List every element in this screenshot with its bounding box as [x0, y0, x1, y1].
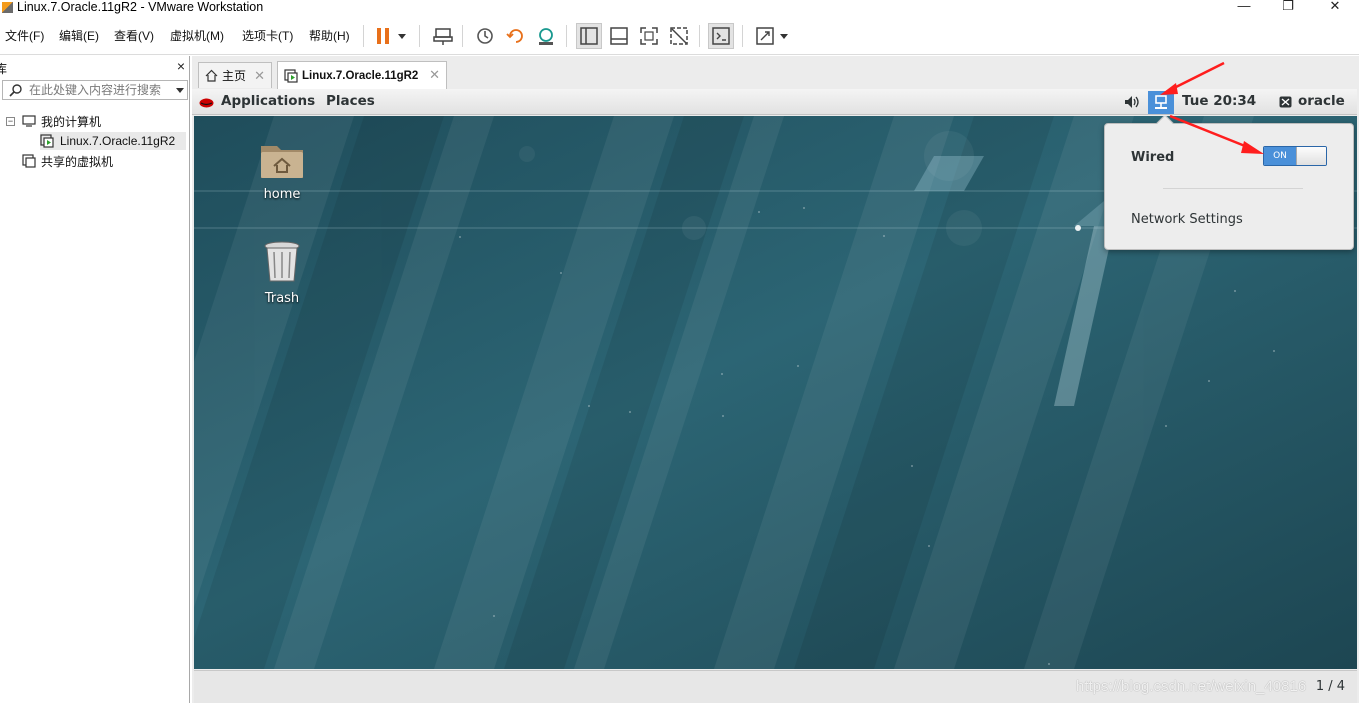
- vm-workspace: 主页 ✕ Linux.7.Oracle.11gR2 ✕ Applications…: [192, 56, 1359, 703]
- tree-label: Linux.7.Oracle.11gR2: [60, 134, 176, 148]
- stretch-guest-button[interactable]: [752, 23, 778, 49]
- tab-label: Linux.7.Oracle.11gR2: [302, 69, 419, 82]
- user-menu[interactable]: oracle: [1298, 93, 1345, 109]
- network-settings-item[interactable]: Network Settings: [1131, 212, 1243, 227]
- snapshot-manager-icon: [539, 28, 553, 45]
- fullscreen-button[interactable]: [636, 23, 662, 49]
- toggle-state-label: ON: [1264, 147, 1296, 165]
- tree-expander[interactable]: −: [6, 117, 15, 126]
- unity-icon: [670, 27, 688, 45]
- toggle-knob[interactable]: [1296, 147, 1326, 165]
- chevron-down-icon[interactable]: [176, 88, 184, 93]
- vm-icon: [284, 68, 298, 83]
- home-icon: [205, 69, 218, 82]
- tree-label: 我的计算机: [41, 114, 102, 129]
- console-view-icon: [712, 27, 730, 45]
- menu-vm[interactable]: 虚拟机(M): [170, 27, 224, 44]
- user-status-icon: [1279, 96, 1292, 108]
- tab-home[interactable]: 主页 ✕: [198, 62, 272, 88]
- console-view-button[interactable]: [708, 23, 734, 49]
- toolbar-separator: [699, 25, 700, 47]
- snapshot-button[interactable]: [472, 23, 498, 49]
- library-panel: 库 × − 我的计算机 Linux.7.Oracle.11gR2 共享的虚拟机: [0, 56, 190, 703]
- chevron-down-icon: [398, 33, 406, 39]
- toolbar-separator: [363, 25, 364, 47]
- send-ctrl-alt-del-button[interactable]: [430, 23, 456, 49]
- pause-button[interactable]: [370, 23, 396, 49]
- pause-icon: [377, 28, 389, 44]
- desktop-icon-trash[interactable]: Trash: [242, 240, 322, 306]
- fullscreen-icon: [640, 27, 658, 45]
- vmware-logo-icon: [2, 2, 13, 13]
- menu-help[interactable]: 帮助(H): [309, 27, 350, 44]
- chevron-down-icon: [780, 33, 788, 39]
- redhat-logo-icon: [199, 98, 214, 108]
- send-ctrl-alt-del-icon: [433, 28, 453, 45]
- volume-icon[interactable]: [1124, 95, 1140, 109]
- toolbar-separator: [462, 25, 463, 47]
- window-title-bar: Linux.7.Oracle.11gR2 - VMware Workstatio…: [0, 0, 1359, 16]
- places-menu[interactable]: Places: [326, 93, 375, 109]
- computer-icon: [22, 115, 36, 127]
- tree-item-vm[interactable]: Linux.7.Oracle.11gR2: [40, 132, 186, 150]
- search-icon: [9, 84, 22, 97]
- window-title: Linux.7.Oracle.11gR2 - VMware Workstatio…: [17, 0, 264, 14]
- desktop-icon-home[interactable]: home: [242, 138, 322, 202]
- library-title: 库: [0, 62, 8, 76]
- tab-strip: 主页 ✕ Linux.7.Oracle.11gR2 ✕: [192, 60, 1359, 89]
- toolbar-separator: [742, 25, 743, 47]
- thumbnail-bar-button[interactable]: [606, 23, 632, 49]
- watermark-text: https://blog.csdn.net/weixin_40816: [1076, 678, 1307, 695]
- revert-snapshot-button[interactable]: [503, 23, 529, 49]
- shared-vm-icon: [22, 154, 36, 168]
- menu-edit[interactable]: 编辑(E): [59, 27, 99, 44]
- home-folder-icon: [261, 146, 303, 178]
- menu-file[interactable]: 文件(F): [5, 27, 44, 44]
- stretch-dropdown[interactable]: [776, 23, 792, 49]
- network-popover: Wired ON Network Settings: [1104, 116, 1354, 250]
- library-close-button[interactable]: ×: [177, 58, 185, 74]
- menu-bar: 文件(F) 编辑(E) 查看(V) 虚拟机(M) 选项卡(T) 帮助(H): [0, 17, 1359, 55]
- unity-button[interactable]: [666, 23, 692, 49]
- maximize-button[interactable]: ❐: [1266, 0, 1310, 14]
- library-header: 库 ×: [0, 58, 189, 76]
- minimize-button[interactable]: —: [1222, 0, 1266, 14]
- snapshot-icon: [477, 28, 493, 44]
- revert-snapshot-icon: [506, 29, 523, 43]
- stretch-icon: [756, 27, 774, 45]
- thumbnail-bar-icon: [610, 27, 628, 45]
- vm-running-icon: [40, 134, 54, 148]
- clock[interactable]: Tue 20:34: [1182, 93, 1256, 109]
- guest-desktop[interactable]: home Trash Wired ON Network Settings: [194, 116, 1357, 669]
- tab-close-icon[interactable]: ✕: [254, 68, 265, 84]
- workspace-pager[interactable]: 1 / 4: [1316, 679, 1345, 694]
- toolbar-separator: [566, 25, 567, 47]
- applications-menu[interactable]: Applications: [221, 93, 315, 109]
- library-search-box[interactable]: [2, 80, 188, 100]
- tree-item-my-computer[interactable]: 我的计算机: [22, 112, 101, 130]
- show-library-button[interactable]: [576, 23, 602, 49]
- library-search-input[interactable]: [29, 82, 169, 98]
- network-indicator-button[interactable]: [1148, 91, 1174, 114]
- toolbar-separator: [419, 25, 420, 47]
- wired-network-icon: [1155, 94, 1167, 109]
- tree-item-shared-vms[interactable]: 共享的虚拟机: [22, 152, 113, 170]
- tab-vm[interactable]: Linux.7.Oracle.11gR2 ✕: [277, 61, 447, 89]
- trash-icon: [264, 241, 300, 282]
- close-window-button[interactable]: ✕: [1313, 0, 1357, 14]
- pause-dropdown[interactable]: [394, 23, 410, 49]
- snapshot-manager-button[interactable]: [533, 23, 559, 49]
- wired-toggle-switch[interactable]: ON: [1263, 146, 1327, 166]
- tab-close-icon[interactable]: ✕: [429, 67, 440, 83]
- show-library-icon: [580, 27, 598, 45]
- tree-label: 共享的虚拟机: [41, 154, 114, 169]
- desktop-icon-label: Trash: [264, 291, 300, 306]
- menu-tabs[interactable]: 选项卡(T): [242, 27, 293, 44]
- popover-divider: [1163, 188, 1303, 189]
- wired-label: Wired: [1131, 150, 1175, 165]
- tab-label: 主页: [222, 69, 247, 83]
- menu-view[interactable]: 查看(V): [114, 27, 154, 44]
- guest-top-bar: Applications Places Tue 20:34 oracle: [192, 89, 1357, 115]
- desktop-icon-label: home: [263, 187, 301, 202]
